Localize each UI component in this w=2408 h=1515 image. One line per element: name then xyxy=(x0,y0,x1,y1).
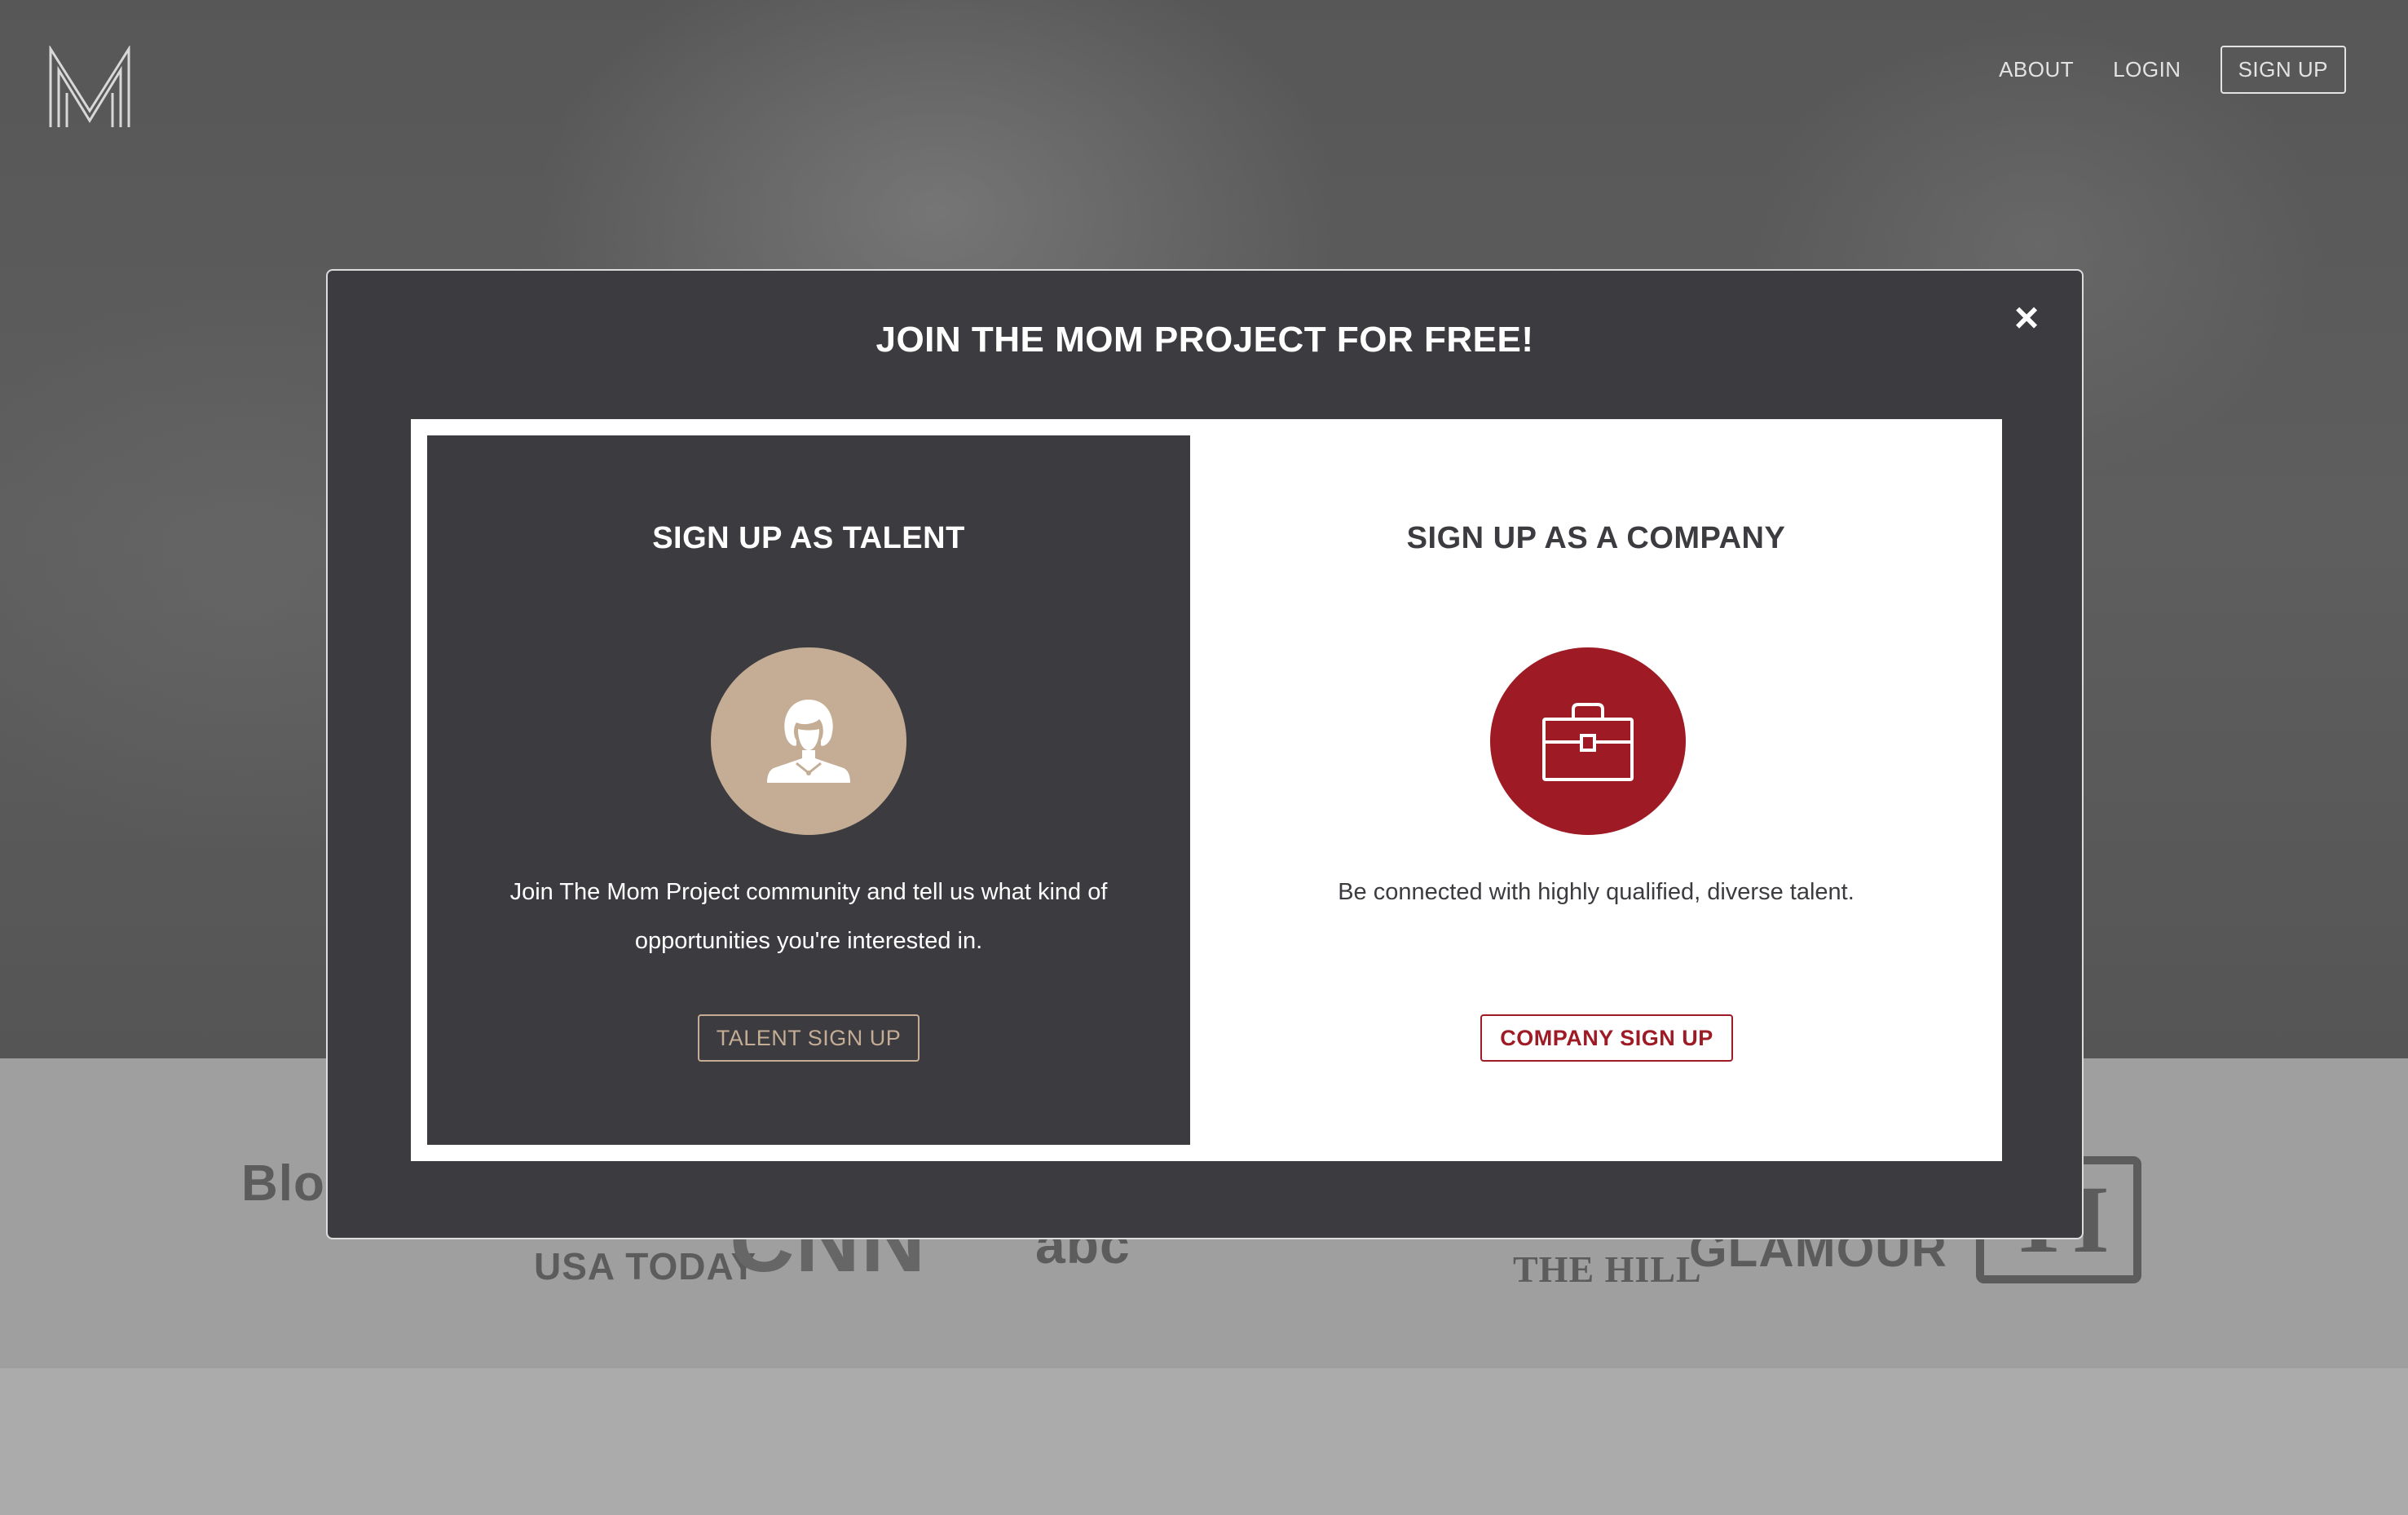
signup-options: SIGN UP AS TALENT Join The Mom Project c… xyxy=(411,419,2002,1161)
company-description: Be connected with highly qualified, dive… xyxy=(1338,879,1855,905)
talent-icon-circle xyxy=(711,647,906,835)
close-icon[interactable]: × xyxy=(2002,294,2051,342)
nav-login-link[interactable]: LOGIN xyxy=(2113,57,2181,82)
top-navigation: ABOUT LOGIN SIGN UP xyxy=(1999,46,2346,94)
talent-panel[interactable]: SIGN UP AS TALENT Join The Mom Project c… xyxy=(427,435,1190,1145)
brand-logo[interactable] xyxy=(47,44,132,130)
woman-avatar-icon xyxy=(767,700,850,783)
logo-m-icon xyxy=(49,44,130,127)
nav-signup-button[interactable]: SIGN UP xyxy=(2220,46,2346,94)
modal-title: JOIN THE MOM PROJECT FOR FREE! xyxy=(875,320,1534,360)
talent-signup-button[interactable]: TALENT SIGN UP xyxy=(698,1014,920,1062)
company-signup-button[interactable]: COMPANY SIGN UP xyxy=(1480,1014,1733,1062)
talent-title: SIGN UP AS TALENT xyxy=(652,521,965,555)
signup-modal: JOIN THE MOM PROJECT FOR FREE! × SIGN UP… xyxy=(326,269,2084,1239)
company-title: SIGN UP AS A COMPANY xyxy=(1406,521,1786,555)
press-logo-thehill: THE HILL xyxy=(1513,1248,1702,1290)
bottom-band xyxy=(0,1368,2408,1515)
briefcase-icon xyxy=(1542,703,1634,781)
nav-about-link[interactable]: ABOUT xyxy=(1999,57,2074,82)
press-logo-usatoday: USA TODAY xyxy=(534,1245,757,1288)
company-panel[interactable]: SIGN UP AS A COMPANY Be connected with h… xyxy=(1206,435,1986,1145)
talent-description: Join The Mom Project community and tell … xyxy=(509,879,1108,954)
company-icon-circle xyxy=(1490,647,1686,835)
